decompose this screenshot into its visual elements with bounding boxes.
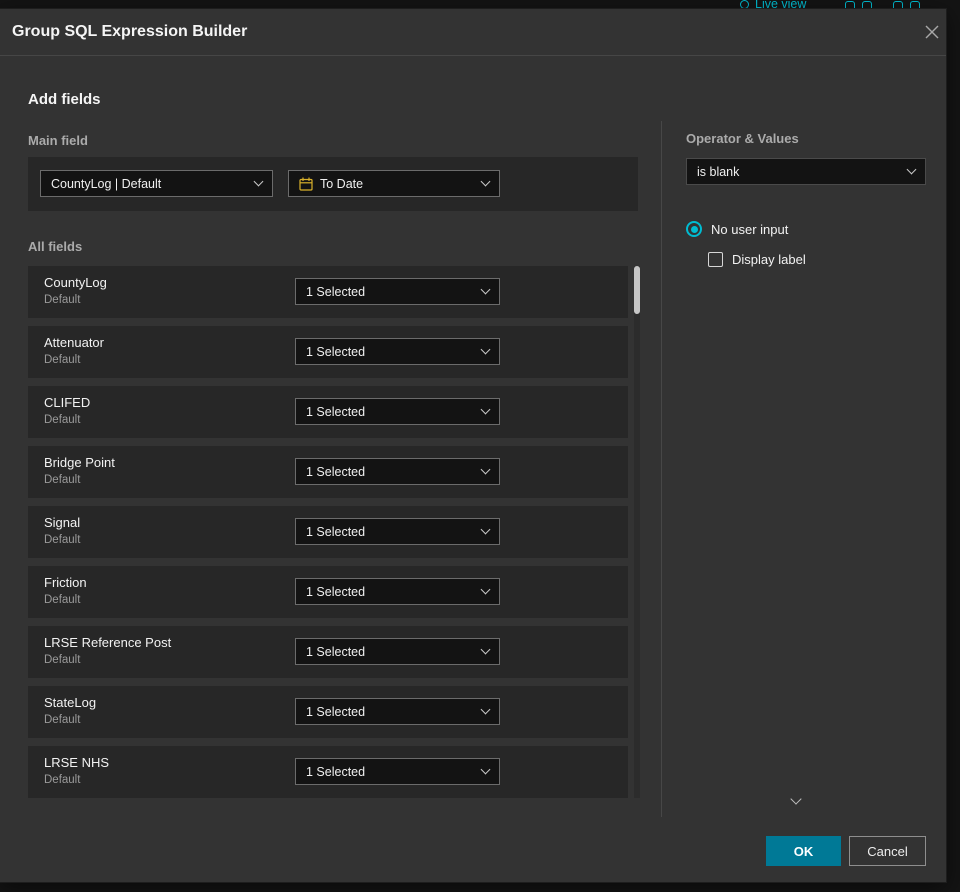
dialog-title: Group SQL Expression Builder: [12, 23, 248, 40]
no-user-input-radio[interactable]: No user input: [686, 221, 788, 237]
field-row: Signal Default 1 Selected: [28, 506, 628, 558]
main-field-dropdown-label: CountyLog | Default: [51, 176, 162, 191]
titlebar-divider: [0, 55, 946, 56]
group-sql-expression-builder-dialog: Group SQL Expression Builder Add fields …: [0, 9, 946, 882]
field-subtitle: Default: [44, 774, 81, 786]
checkbox-unchecked-icon: [708, 252, 723, 267]
field-select-label: 1 Selected: [306, 704, 366, 719]
field-select-label: 1 Selected: [306, 524, 366, 539]
display-label-text: Display label: [732, 252, 806, 267]
display-label-checkbox[interactable]: Display label: [708, 252, 806, 267]
field-select-label: 1 Selected: [306, 464, 366, 479]
field-subtitle: Default: [44, 594, 81, 606]
field-select-dropdown[interactable]: 1 Selected: [295, 458, 500, 485]
field-subtitle: Default: [44, 534, 81, 546]
field-name: LRSE NHS: [44, 755, 110, 770]
all-fields-label: All fields: [28, 239, 83, 254]
chevron-down-icon: [480, 464, 491, 475]
close-icon[interactable]: [922, 22, 942, 42]
radio-selected-icon: [686, 221, 702, 237]
live-view-dot-icon: [740, 0, 749, 9]
date-field-dropdown[interactable]: To Date: [288, 170, 500, 197]
chevron-down-icon: [253, 176, 264, 187]
field-row: Friction Default 1 Selected: [28, 566, 628, 618]
main-field-label: Main field: [28, 133, 88, 148]
field-row: CLIFED Default 1 Selected: [28, 386, 628, 438]
field-select-label: 1 Selected: [306, 764, 366, 779]
no-user-input-label: No user input: [711, 221, 789, 237]
date-dropdown-label: To Date: [320, 176, 364, 191]
field-select-dropdown[interactable]: 1 Selected: [295, 638, 500, 665]
operator-values-label: Operator & Values: [686, 131, 799, 146]
field-select-dropdown[interactable]: 1 Selected: [295, 278, 500, 305]
field-select-dropdown[interactable]: 1 Selected: [295, 758, 500, 785]
field-name: Friction: [44, 575, 87, 590]
column-divider: [661, 121, 662, 817]
scrollbar-thumb[interactable]: [634, 266, 640, 314]
main-field-panel: CountyLog | Default To Date: [28, 157, 638, 211]
ok-button[interactable]: OK: [766, 836, 841, 866]
chevron-down-icon: [480, 404, 491, 415]
field-row: CountyLog Default 1 Selected: [28, 266, 628, 318]
chevron-down-icon: [480, 524, 491, 535]
field-select-dropdown[interactable]: 1 Selected: [295, 518, 500, 545]
field-subtitle: Default: [44, 414, 81, 426]
field-row: LRSE Reference Post Default 1 Selected: [28, 626, 628, 678]
chevron-down-icon: [480, 344, 491, 355]
scroll-down-indicator-icon: [790, 793, 802, 805]
field-subtitle: Default: [44, 294, 81, 306]
radio-dot: [690, 225, 698, 233]
chevron-down-icon: [480, 764, 491, 775]
operator-dropdown[interactable]: is blank: [686, 158, 926, 185]
operator-dropdown-label: is blank: [697, 164, 740, 179]
field-subtitle: Default: [44, 474, 81, 486]
chevron-down-icon: [480, 584, 491, 595]
field-row: LRSE NHS Default 1 Selected: [28, 746, 628, 798]
field-row: Bridge Point Default 1 Selected: [28, 446, 628, 498]
field-subtitle: Default: [44, 654, 81, 666]
main-field-dropdown[interactable]: CountyLog | Default: [40, 170, 273, 197]
chevron-down-icon: [906, 164, 917, 175]
field-subtitle: Default: [44, 714, 81, 726]
field-name: Bridge Point: [44, 455, 115, 470]
calendar-icon: [299, 177, 313, 191]
add-fields-heading: Add fields: [28, 91, 101, 108]
chevron-down-icon: [480, 176, 491, 187]
field-name: StateLog: [44, 695, 97, 710]
field-row: StateLog Default 1 Selected: [28, 686, 628, 738]
field-select-label: 1 Selected: [306, 584, 366, 599]
field-select-dropdown[interactable]: 1 Selected: [295, 698, 500, 725]
field-name: Attenuator: [44, 335, 104, 350]
field-select-label: 1 Selected: [306, 344, 366, 359]
field-name: CountyLog: [44, 275, 107, 290]
chevron-down-icon: [480, 704, 491, 715]
all-fields-list: CountyLog Default 1 Selected Attenuator …: [28, 266, 628, 798]
field-select-label: 1 Selected: [306, 404, 366, 419]
field-row: Attenuator Default 1 Selected: [28, 326, 628, 378]
field-name: CLIFED: [44, 395, 91, 410]
field-name: Signal: [44, 515, 81, 530]
field-select-label: 1 Selected: [306, 284, 366, 299]
field-select-dropdown[interactable]: 1 Selected: [295, 578, 500, 605]
field-select-dropdown[interactable]: 1 Selected: [295, 398, 500, 425]
field-subtitle: Default: [44, 354, 81, 366]
dialog-titlebar: Group SQL Expression Builder: [0, 9, 946, 55]
field-name: LRSE Reference Post: [44, 635, 172, 650]
fields-list-scrollbar[interactable]: [634, 266, 640, 798]
field-select-dropdown[interactable]: 1 Selected: [295, 338, 500, 365]
field-select-label: 1 Selected: [306, 644, 366, 659]
cancel-button[interactable]: Cancel: [849, 836, 926, 866]
chevron-down-icon: [480, 644, 491, 655]
chevron-down-icon: [480, 284, 491, 295]
